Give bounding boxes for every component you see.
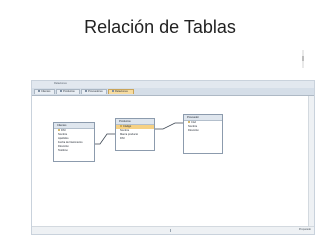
key-icon (188, 121, 190, 124)
field-label: DNI (61, 129, 66, 132)
slide-title: Relación de Tablas (84, 17, 236, 37)
key-icon (120, 125, 122, 128)
field-label: Código (123, 125, 132, 128)
table-icon (85, 90, 87, 93)
relationship-lines (95, 122, 183, 145)
relationships-canvas[interactable]: Clientes DNI Nombre Apellidos Fecha de N… (33, 96, 309, 228)
relationships-icon (112, 90, 114, 93)
canvas-vertical-scrollbar[interactable] (308, 96, 314, 228)
tab-label: Relaciones (115, 90, 128, 93)
tab-label: Clientes (41, 90, 51, 93)
table-icon (60, 90, 62, 93)
tab-productos[interactable]: Productos (56, 89, 80, 94)
key-icon (58, 129, 60, 132)
tab-proveedores[interactable]: Proveedores (81, 89, 107, 94)
status-text: Preparado (298, 228, 311, 231)
tab-clientes[interactable]: Clientes (34, 89, 55, 94)
table-icon (38, 90, 40, 93)
access-window-screenshot: Relaciones Clientes Productos Proveedore… (31, 80, 315, 235)
slide-scroll-thumb[interactable] (302, 56, 304, 61)
tab-label: Proveedores (88, 90, 103, 93)
document-tabbar: Clientes Productos Proveedores Relacione… (32, 88, 314, 96)
table-proveedor[interactable]: Proveedor Cód Nombre Dirección (183, 114, 223, 154)
relationship-line-productos-proveedor (155, 122, 183, 130)
field-label: Cód (191, 121, 196, 124)
table-productos[interactable]: Productos Código Nombre Marca producto D… (115, 118, 155, 151)
tab-relaciones[interactable]: Relaciones (108, 89, 134, 94)
ribbon-label: Relaciones (54, 82, 67, 85)
table-clientes[interactable]: Clientes DNI Nombre Apellidos Fecha de N… (53, 122, 95, 162)
relationship-line-clientes-productos (95, 133, 115, 145)
horizontal-scroll-thumb[interactable] (170, 229, 171, 232)
field-row[interactable]: Dirección (184, 129, 222, 133)
field-row[interactable]: Teléfono (54, 149, 94, 153)
tab-label: Productos (63, 90, 75, 93)
field-row[interactable]: DNI (116, 137, 154, 141)
slide-scrollbar[interactable] (302, 50, 304, 68)
status-bar: Preparado (32, 226, 314, 234)
